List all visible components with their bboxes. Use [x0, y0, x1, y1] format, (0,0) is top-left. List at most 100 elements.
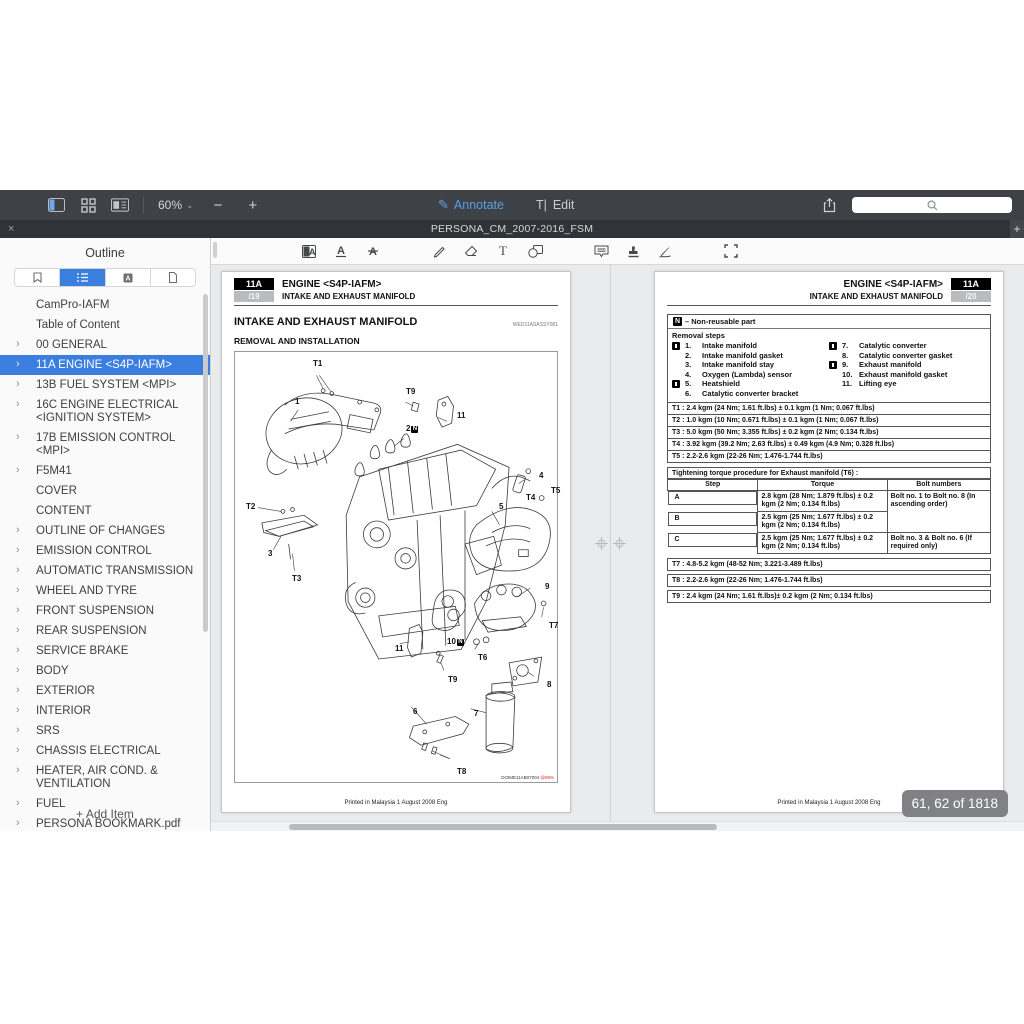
tab-annotations[interactable]: A [106, 269, 151, 286]
outline-item[interactable]: › OUTLINE OF CHANGES [0, 521, 210, 541]
outline-item[interactable]: › COVER [0, 481, 210, 501]
new-tab-button[interactable]: + [1010, 220, 1024, 238]
diagram-callout-label: 7 [474, 708, 486, 718]
outline-item[interactable]: › Table of Content [0, 315, 210, 335]
select-icon[interactable] [723, 243, 739, 259]
document-tab-title[interactable]: PERSONA_CM_2007-2016_FSM [0, 223, 1024, 235]
torque-note: T2 : 1.0 kgm (10 Nm; 0.671 ft.lbs) ± 0.1… [667, 415, 991, 427]
exploded-view-figure: T1 1 T9 11 2N 4 [234, 351, 558, 783]
chevron-expand-icon[interactable]: › [16, 724, 20, 737]
zoom-in-button[interactable]: + [242, 197, 263, 214]
outline-item[interactable]: › SERVICE BRAKE [0, 641, 210, 661]
chevron-expand-icon[interactable]: › [16, 704, 20, 717]
outline-item-label: BODY [36, 665, 69, 677]
outline-item[interactable]: › CHASSIS ELECTRICAL [0, 741, 210, 761]
search-input[interactable] [852, 197, 1012, 213]
t6-torque: 2.5 kgm (25 Nm; 1.677 ft.lbs) ± 0.2 kgm … [758, 512, 887, 533]
zoom-level-value: 60% [158, 198, 182, 212]
outline-item[interactable]: › INTERIOR [0, 701, 210, 721]
eraser-icon[interactable] [463, 243, 479, 259]
chevron-expand-icon[interactable]: › [16, 644, 20, 657]
chevron-expand-icon[interactable]: › [16, 564, 20, 577]
underline-icon[interactable]: A [333, 243, 349, 259]
chevron-expand-icon[interactable]: › [16, 524, 20, 537]
removal-step: 2. Intake manifold gasket [672, 351, 829, 361]
outline-item[interactable]: › AUTOMATIC TRANSMISSION [0, 561, 210, 581]
close-tab-button[interactable]: × [8, 223, 14, 235]
zoom-level-dropdown[interactable]: 60% ⌄ [158, 198, 194, 212]
chevron-expand-icon[interactable]: › [16, 378, 20, 391]
outline-item[interactable]: › CamPro-IAFM [0, 295, 210, 315]
outline-item[interactable]: › EMISSION CONTROL [0, 541, 210, 561]
page-footer: Printed in Malaysia 1 August 2008 Eng [222, 800, 570, 806]
page-spread-divider [610, 264, 611, 831]
chevron-expand-icon[interactable]: › [16, 358, 20, 371]
add-item-button[interactable]: + Add Item [0, 807, 210, 821]
chevron-down-icon: ⌄ [186, 200, 194, 211]
page-right[interactable]: ENGINE <S4P-IAFM> 11A INTAKE AND EXHAUST… [654, 271, 1004, 813]
bookmark-icon [33, 272, 42, 283]
outline-item-label: Table of Content [36, 319, 120, 331]
chevron-expand-icon[interactable]: › [16, 464, 20, 477]
chevron-expand-icon[interactable]: › [16, 544, 20, 557]
figure-code: DOIME11AB07004 @98% [501, 775, 554, 780]
outline-item-label: SERVICE BRAKE [36, 645, 128, 657]
thumbnails-grid-icon[interactable] [79, 198, 97, 212]
edit-button[interactable]: T| Edit [536, 198, 574, 212]
chevron-expand-icon[interactable]: › [16, 398, 20, 411]
tab-pages[interactable] [151, 269, 195, 286]
outline-item[interactable]: › WHEEL AND TYRE [0, 581, 210, 601]
page-left[interactable]: 11A ENGINE <S4P-IAFM> /19 INTAKE AND EXH… [221, 271, 571, 813]
t6-bolts: Bolt no. 3 & Bolt no. 6 (If required onl… [887, 533, 990, 554]
chevron-expand-icon[interactable]: › [16, 338, 20, 351]
strikethrough-icon[interactable]: A [365, 243, 381, 259]
chevron-expand-icon[interactable]: › [16, 624, 20, 637]
chevron-expand-icon[interactable]: › [16, 664, 20, 677]
chevron-expand-icon[interactable]: › [16, 604, 20, 617]
toolbar-divider [143, 197, 144, 213]
chevron-expand-icon[interactable]: › [16, 684, 20, 697]
annotation-toolbar: A A A T [211, 238, 1024, 265]
sidebar-resize-handle[interactable] [213, 242, 217, 258]
sidebar-toggle-icon[interactable] [47, 198, 65, 212]
chevron-expand-icon[interactable]: › [16, 764, 20, 777]
annotate-button[interactable]: ✎ Annotate [438, 197, 504, 213]
diagram-callout-label: T9 [448, 674, 465, 684]
removal-step: 5. Heatshield [672, 379, 829, 389]
tab-outline[interactable] [60, 269, 105, 286]
zoom-out-button[interactable]: − [208, 197, 229, 214]
diagram-callout-label: 1 [295, 396, 307, 406]
outline-item[interactable]: › 11A ENGINE <S4P-IAFM> [0, 355, 210, 375]
chevron-expand-icon[interactable]: › [16, 584, 20, 597]
outline-item[interactable]: › BODY [0, 661, 210, 681]
outline-item[interactable]: › REAR SUSPENSION [0, 621, 210, 641]
outline-item[interactable]: › CONTENT [0, 501, 210, 521]
outline-item[interactable]: › FRONT SUSPENSION [0, 601, 210, 621]
share-icon[interactable] [820, 198, 838, 212]
sidebar-scrollbar[interactable] [203, 294, 208, 632]
pen-icon[interactable] [431, 243, 447, 259]
shapes-icon[interactable] [527, 243, 543, 259]
outline-item[interactable]: › 13B FUEL SYSTEM <MPI> [0, 375, 210, 395]
outline-item[interactable]: › 16C ENGINE ELECTRICAL <IGNITION SYSTEM… [0, 395, 210, 428]
outline-item-label: 17B EMISSION CONTROL <MPI> [36, 432, 175, 457]
signature-icon[interactable] [657, 243, 673, 259]
outline-item[interactable]: › SRS [0, 721, 210, 741]
outline-item[interactable]: › EXTERIOR [0, 681, 210, 701]
text-icon[interactable]: T [495, 243, 511, 259]
outline-item[interactable]: › F5M41 [0, 461, 210, 481]
chevron-expand-icon[interactable]: › [16, 744, 20, 757]
note-icon[interactable] [593, 243, 609, 259]
outline-item[interactable]: › 17B EMISSION CONTROL <MPI> [0, 428, 210, 461]
outline-item[interactable]: › HEATER, AIR COND. & VENTILATION [0, 761, 210, 794]
chevron-expand-icon[interactable]: › [16, 431, 20, 444]
outline-item[interactable]: › 00 GENERAL [0, 335, 210, 355]
outline-item-label: FRONT SUSPENSION [36, 605, 154, 617]
facing-pages-icon[interactable] [111, 198, 129, 212]
scrollbar-thumb[interactable] [289, 824, 717, 830]
horizontal-scrollbar[interactable] [211, 821, 1024, 831]
highlight-icon[interactable]: A [301, 243, 317, 259]
tab-bookmarks[interactable] [15, 269, 60, 286]
step-marker-icon [672, 342, 680, 350]
stamp-icon[interactable] [625, 243, 641, 259]
